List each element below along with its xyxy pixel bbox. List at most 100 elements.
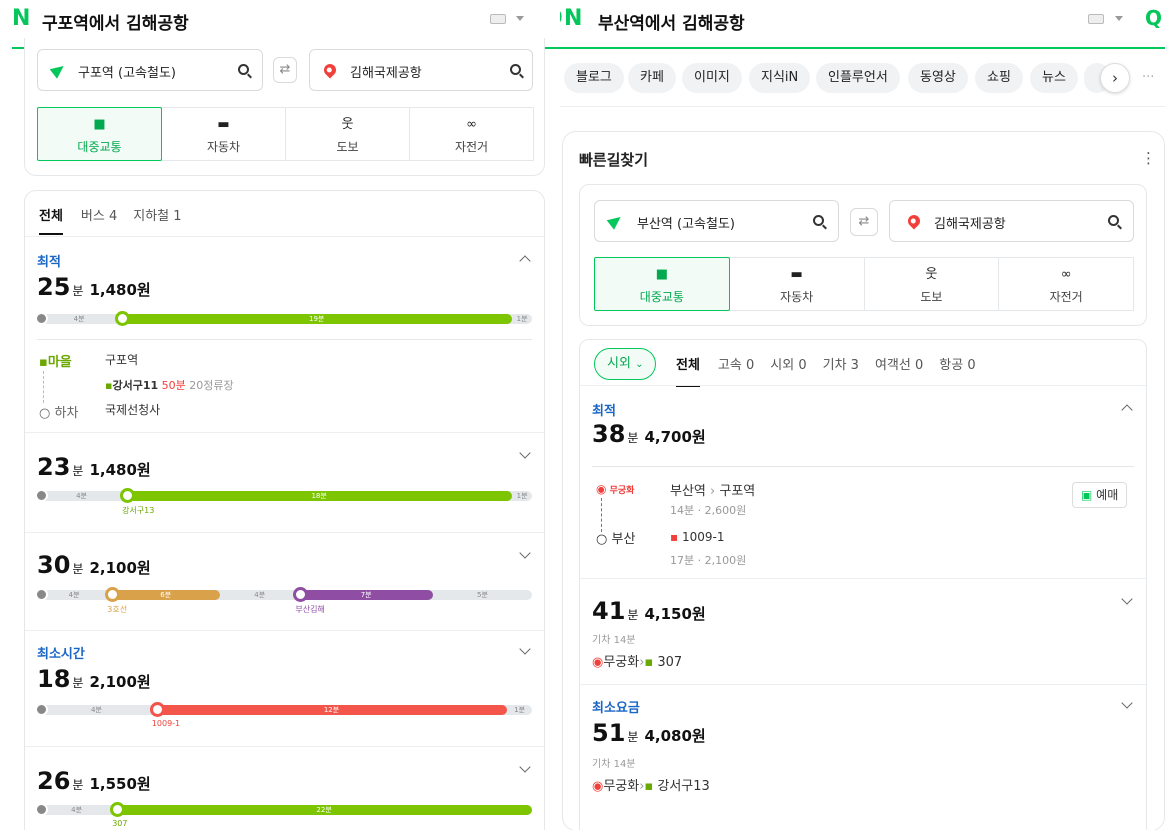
- swap-button[interactable]: ⇄: [850, 208, 878, 236]
- tab-label: 지하철: [133, 209, 170, 224]
- transit-stop-icon: [149, 702, 165, 717]
- search-icon[interactable]: [813, 215, 824, 226]
- route-legs: ◉무궁화›▪ 강서구13: [592, 775, 710, 794]
- chip-cafe[interactable]: 카페: [628, 63, 676, 93]
- chip-kin[interactable]: 지식iN: [749, 63, 811, 93]
- destination-field[interactable]: 김해국제공항: [309, 49, 533, 91]
- naver-logo[interactable]: N: [12, 6, 30, 31]
- time-value: 18: [37, 665, 71, 693]
- route-sub: 기차 14분: [592, 635, 636, 646]
- swap-button[interactable]: ⇄: [273, 57, 297, 83]
- chevron-down-icon[interactable]: [516, 16, 524, 21]
- route-item[interactable]: 23 분 1,480원 4분 18분 1분 강서구13: [25, 432, 544, 532]
- mode-bike[interactable]: ∞ 자전거: [409, 107, 534, 161]
- search-query[interactable]: 구포역에서 김해공항: [42, 9, 189, 34]
- search-underline: [560, 47, 1165, 49]
- bus-icon: ▪: [644, 779, 654, 794]
- chevron-down-icon[interactable]: [519, 547, 531, 559]
- route-fare: 4,080원: [644, 727, 706, 745]
- origin-field[interactable]: 구포역 (고속철도): [37, 49, 263, 91]
- keyboard-icon[interactable]: [490, 14, 506, 24]
- time-unit: 분: [627, 431, 639, 445]
- bus-tag-text: 부산: [611, 532, 636, 547]
- right-search-bar[interactable]: Q N 부산역에서 김해공항 Q: [560, 0, 1165, 48]
- naver-logo[interactable]: N: [564, 6, 582, 31]
- search-icon[interactable]: [238, 64, 249, 75]
- route-timeline: 4분 18분 1분 강서구13: [35, 488, 532, 515]
- walk-icon: [35, 803, 48, 816]
- mode-walk[interactable]: 웃 도보: [285, 107, 410, 161]
- mode-transit[interactable]: ■ 대중교통: [37, 107, 162, 161]
- chevron-right-icon[interactable]: ›: [1100, 63, 1130, 93]
- bus-line[interactable]: ▪ 1009-1: [670, 530, 724, 544]
- route-item[interactable]: 최적 38 분 4,700원 ◉ 무궁화 부산역 › 구포역 14분 · 2,600…: [580, 385, 1146, 578]
- chevron-up-icon[interactable]: [519, 255, 531, 267]
- chip-shopping[interactable]: 쇼핑: [975, 63, 1023, 93]
- keyboard-icon[interactable]: [1088, 14, 1104, 24]
- filter-dropdown[interactable]: 시외 ⌄: [594, 348, 656, 380]
- mode-car[interactable]: ▬ 자동차: [728, 257, 865, 311]
- route-badge: 최소요금: [592, 701, 640, 716]
- route-item[interactable]: 최소요금 51 분 4,080원 기차 14분 ◉무궁화›▪ 강서구13: [580, 684, 1146, 830]
- tab-all[interactable]: 전체: [676, 354, 700, 387]
- chip-video[interactable]: 동영상: [908, 63, 968, 93]
- tab-air[interactable]: 항공 0: [939, 354, 975, 387]
- origin-field[interactable]: 부산역 (고속철도): [594, 200, 839, 242]
- timeline-segment: 18분: [126, 491, 513, 501]
- alight-tag-text: 하차: [54, 406, 79, 421]
- chevron-down-icon[interactable]: [519, 447, 531, 459]
- route-time: 38 분 4,700원: [592, 420, 706, 448]
- search-icon[interactable]: [1108, 215, 1119, 226]
- destination-field[interactable]: 김해국제공항: [889, 200, 1134, 242]
- chevron-down-icon[interactable]: [1121, 697, 1133, 709]
- mode-label: 도보: [920, 290, 943, 304]
- tab-express[interactable]: 고속 0: [718, 354, 754, 387]
- tab-train[interactable]: 기차 3: [823, 354, 859, 387]
- search-query[interactable]: 부산역에서 김해공항: [598, 9, 745, 34]
- tab-count: 0: [967, 358, 976, 373]
- chevron-down-icon[interactable]: [519, 643, 531, 655]
- chip-blog[interactable]: 블로그: [564, 63, 624, 93]
- chip-image[interactable]: 이미지: [682, 63, 742, 93]
- origin-arrow-icon: [606, 212, 625, 230]
- tab-subway[interactable]: 지하철 1: [133, 205, 181, 235]
- tab-bus[interactable]: 버스 4: [81, 205, 117, 235]
- tab-intercity[interactable]: 시외 0: [770, 354, 806, 387]
- chip-influencer[interactable]: 인플루언서: [816, 63, 900, 93]
- route-line: [601, 498, 602, 532]
- chip-news[interactable]: 뉴스: [1030, 63, 1078, 93]
- route-item[interactable]: 최소시간 18 분 2,100원 4분 12분 1분 1009-1: [25, 630, 544, 746]
- time-value: 41: [592, 597, 626, 625]
- divider: [37, 339, 532, 340]
- mode-bike[interactable]: ∞ 자전거: [998, 257, 1134, 311]
- line-label: 강서구13: [122, 506, 155, 515]
- route-item[interactable]: 30 분 2,100원 4분 6분 4분 7분 5분 3호선 부산김해: [25, 532, 544, 630]
- chevron-down-icon[interactable]: [519, 761, 531, 773]
- mode-car[interactable]: ▬ 자동차: [161, 107, 286, 161]
- search-icon[interactable]: Q: [1145, 6, 1162, 30]
- tab-all[interactable]: 전체: [39, 205, 63, 235]
- tab-ferry[interactable]: 여객선 0: [875, 354, 923, 387]
- right-search-pane: Q N 부산역에서 김해공항 Q 블로그 카페 이미지 지식iN 인플루언서 동…: [560, 0, 1165, 830]
- route-badge: 최적: [37, 255, 61, 270]
- route-fare: 1,480원: [89, 281, 151, 299]
- reserve-button[interactable]: ▣ 예매: [1072, 482, 1128, 508]
- chevron-down-icon[interactable]: [1121, 593, 1133, 605]
- chevron-up-icon[interactable]: [1121, 404, 1133, 416]
- route-item[interactable]: 41 분 4,150원 기차 14분 ◉무궁화›▪ 307: [580, 578, 1146, 684]
- search-icon[interactable]: Q: [560, 6, 563, 31]
- mode-transit[interactable]: ■ 대중교통: [594, 257, 730, 311]
- chevron-down-icon[interactable]: [1115, 16, 1123, 21]
- tab-count: 4: [108, 209, 118, 224]
- more-icon[interactable]: ···: [1142, 70, 1154, 85]
- walk-icon: 웃: [341, 117, 354, 132]
- bus-info[interactable]: ▪강서구11 50분 20정류장: [105, 377, 234, 393]
- board-stop: 구포역: [105, 353, 139, 367]
- divider: [560, 106, 1165, 107]
- more-menu-icon[interactable]: ⋮: [1141, 149, 1156, 167]
- route-item[interactable]: 26 분 1,550원 4분 22분 307: [25, 746, 544, 830]
- train-info: 14분 · 2,600원: [670, 504, 747, 517]
- search-icon[interactable]: [510, 64, 521, 75]
- mode-walk[interactable]: 웃 도보: [863, 257, 1000, 311]
- route-item[interactable]: 최적 25 분 1,480원 4분 19분 1분 ▪마을 구포역 ▪강서구11 50분 …: [25, 236, 544, 432]
